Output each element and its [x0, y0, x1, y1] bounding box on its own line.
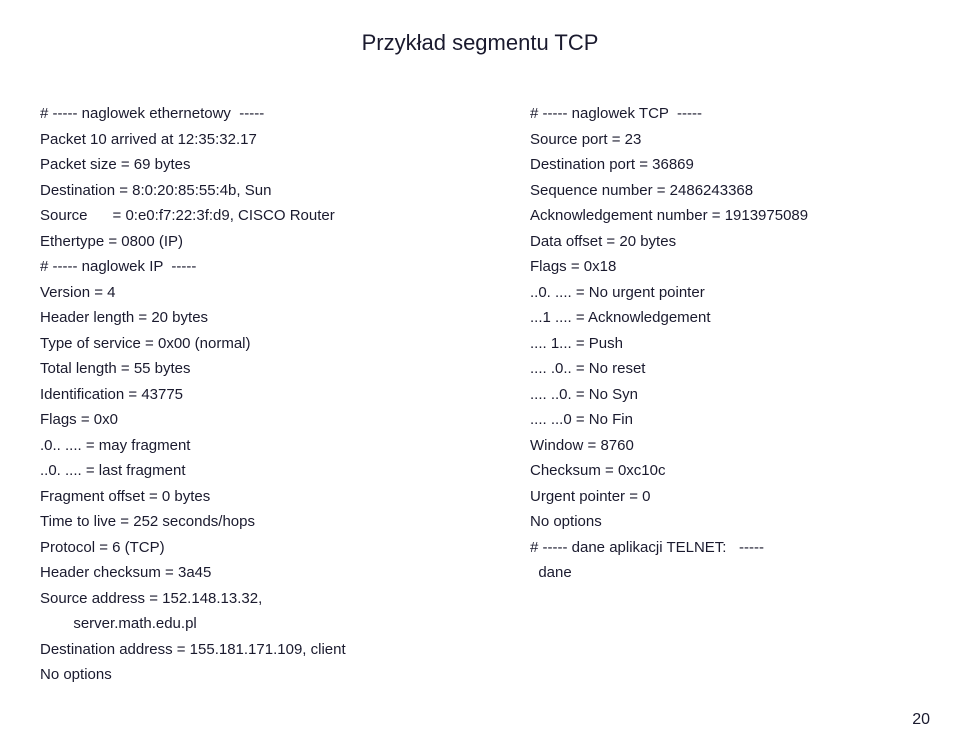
slide: Przykład segmentu TCP # ----- naglowek e… [0, 0, 960, 747]
text-line: # ----- naglowek TCP ----- [530, 101, 920, 127]
text-line: Flags = 0x0 [40, 407, 500, 433]
text-line: Acknowledgement number = 1913975089 [530, 203, 920, 229]
content-area: # ----- naglowek ethernetowy -----Packet… [40, 101, 920, 688]
text-line: Identification = 43775 [40, 382, 500, 408]
text-line: Destination port = 36869 [530, 152, 920, 178]
text-line: Data offset = 20 bytes [530, 229, 920, 255]
text-line: # ----- dane aplikacji TELNET: ----- [530, 535, 920, 561]
text-line: .... .0.. = No reset [530, 356, 920, 382]
text-line: Packet 10 arrived at 12:35:32.17 [40, 127, 500, 153]
text-line: Header checksum = 3a45 [40, 560, 500, 586]
text-line: dane [530, 560, 920, 586]
text-line: Time to live = 252 seconds/hops [40, 509, 500, 535]
text-line: Destination = 8:0:20:85:55:4b, Sun [40, 178, 500, 204]
text-line: Checksum = 0xc10c [530, 458, 920, 484]
text-line: Flags = 0x18 [530, 254, 920, 280]
text-line: Source port = 23 [530, 127, 920, 153]
text-line: ...1 .... = Acknowledgement [530, 305, 920, 331]
text-line: Version = 4 [40, 280, 500, 306]
text-line: No options [40, 662, 500, 688]
text-line: Protocol = 6 (TCP) [40, 535, 500, 561]
text-line: ..0. .... = last fragment [40, 458, 500, 484]
text-line: server.math.edu.pl [40, 611, 500, 637]
right-column: # ----- naglowek TCP -----Source port = … [520, 101, 920, 586]
text-line: Type of service = 0x00 (normal) [40, 331, 500, 357]
text-line: Window = 8760 [530, 433, 920, 459]
text-line: .... ...0 = No Fin [530, 407, 920, 433]
text-line: Sequence number = 2486243368 [530, 178, 920, 204]
text-line: Source = 0:e0:f7:22:3f:d9, CISCO Router [40, 203, 500, 229]
text-line: # ----- naglowek ethernetowy ----- [40, 101, 500, 127]
text-line: # ----- naglowek IP ----- [40, 254, 500, 280]
text-line: .0.. .... = may fragment [40, 433, 500, 459]
left-column: # ----- naglowek ethernetowy -----Packet… [40, 101, 500, 688]
text-line: Header length = 20 bytes [40, 305, 500, 331]
text-line: Urgent pointer = 0 [530, 484, 920, 510]
text-line: ..0. .... = No urgent pointer [530, 280, 920, 306]
text-line: Ethertype = 0800 (IP) [40, 229, 500, 255]
text-line: .... ..0. = No Syn [530, 382, 920, 408]
text-line: Destination address = 155.181.171.109, c… [40, 637, 500, 663]
text-line: Source address = 152.148.13.32, [40, 586, 500, 612]
page-number: 20 [912, 711, 930, 729]
text-line: Packet size = 69 bytes [40, 152, 500, 178]
slide-title: Przykład segmentu TCP [40, 30, 920, 66]
text-line: .... 1... = Push [530, 331, 920, 357]
text-line: Total length = 55 bytes [40, 356, 500, 382]
text-line: Fragment offset = 0 bytes [40, 484, 500, 510]
text-line: No options [530, 509, 920, 535]
